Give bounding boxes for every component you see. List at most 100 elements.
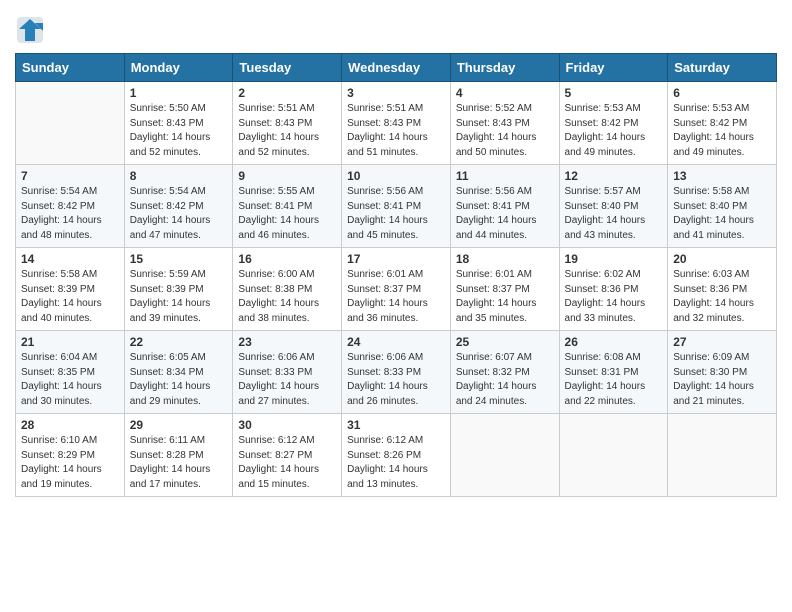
day-info: Sunrise: 5:56 AM Sunset: 8:41 PM Dayligh… <box>456 185 554 243</box>
day-info: Sunrise: 6:09 AM Sunset: 8:30 PM Dayligh… <box>673 351 771 409</box>
day-number: 12 <box>565 169 663 183</box>
header-cell-wednesday: Wednesday <box>342 54 451 82</box>
calendar-cell: 27 Sunrise: 6:09 AM Sunset: 8:30 PM Dayli… <box>668 331 777 414</box>
day-number: 13 <box>673 169 771 183</box>
calendar-week-3: 21Sunrise: 6:04 AM Sunset: 8:35 PM Dayli… <box>16 331 777 414</box>
day-number: 26 <box>565 335 663 349</box>
day-number: 11 <box>456 169 554 183</box>
day-number: 3 <box>347 86 445 100</box>
day-number: 2 <box>238 86 336 100</box>
calendar-cell: 11 Sunrise: 5:56 AM Sunset: 8:41 PM Dayli… <box>450 165 559 248</box>
day-info: Sunrise: 6:06 AM Sunset: 8:33 PM Dayligh… <box>238 351 336 409</box>
day-info: Sunrise: 5:57 AM Sunset: 8:40 PM Dayligh… <box>565 185 663 243</box>
day-number: 24 <box>347 335 445 349</box>
calendar-cell: 13 Sunrise: 5:58 AM Sunset: 8:40 PM Dayli… <box>668 165 777 248</box>
day-number: 4 <box>456 86 554 100</box>
calendar-week-1: 7 Sunrise: 5:54 AM Sunset: 8:42 PM Daylig… <box>16 165 777 248</box>
day-number: 7 <box>21 169 119 183</box>
day-number: 28 <box>21 418 119 432</box>
day-number: 10 <box>347 169 445 183</box>
day-info: Sunrise: 5:56 AM Sunset: 8:41 PM Dayligh… <box>347 185 445 243</box>
day-number: 5 <box>565 86 663 100</box>
day-info: Sunrise: 5:51 AM Sunset: 8:43 PM Dayligh… <box>238 102 336 160</box>
calendar-cell: 20 Sunrise: 6:03 AM Sunset: 8:36 PM Dayli… <box>668 248 777 331</box>
header-row: SundayMondayTuesdayWednesdayThursdayFrid… <box>16 54 777 82</box>
calendar-cell: 8Sunrise: 5:54 AM Sunset: 8:42 PM Daylig… <box>124 165 233 248</box>
calendar-cell: 23Sunrise: 6:06 AM Sunset: 8:33 PM Dayli… <box>233 331 342 414</box>
calendar-week-2: 14 Sunrise: 5:58 AM Sunset: 8:39 PM Dayli… <box>16 248 777 331</box>
calendar-cell: 4 Sunrise: 5:52 AM Sunset: 8:43 PM Daylig… <box>450 82 559 165</box>
calendar-cell: 24 Sunrise: 6:06 AM Sunset: 8:33 PM Dayli… <box>342 331 451 414</box>
day-number: 1 <box>130 86 228 100</box>
calendar-cell <box>450 414 559 497</box>
day-number: 22 <box>130 335 228 349</box>
day-info: Sunrise: 6:01 AM Sunset: 8:37 PM Dayligh… <box>456 268 554 326</box>
day-info: Sunrise: 6:11 AM Sunset: 8:28 PM Dayligh… <box>130 434 228 492</box>
day-number: 25 <box>456 335 554 349</box>
logo-icon <box>15 15 45 45</box>
day-info: Sunrise: 5:55 AM Sunset: 8:41 PM Dayligh… <box>238 185 336 243</box>
day-info: Sunrise: 6:00 AM Sunset: 8:38 PM Dayligh… <box>238 268 336 326</box>
calendar-cell: 14 Sunrise: 5:58 AM Sunset: 8:39 PM Dayli… <box>16 248 125 331</box>
day-info: Sunrise: 6:12 AM Sunset: 8:27 PM Dayligh… <box>238 434 336 492</box>
header-cell-friday: Friday <box>559 54 668 82</box>
calendar-cell: 25Sunrise: 6:07 AM Sunset: 8:32 PM Dayli… <box>450 331 559 414</box>
calendar-week-0: 1Sunrise: 5:50 AM Sunset: 8:43 PM Daylig… <box>16 82 777 165</box>
day-info: Sunrise: 6:05 AM Sunset: 8:34 PM Dayligh… <box>130 351 228 409</box>
day-number: 21 <box>21 335 119 349</box>
calendar-cell <box>559 414 668 497</box>
day-info: Sunrise: 5:51 AM Sunset: 8:43 PM Dayligh… <box>347 102 445 160</box>
calendar-cell: 3 Sunrise: 5:51 AM Sunset: 8:43 PM Daylig… <box>342 82 451 165</box>
header-cell-tuesday: Tuesday <box>233 54 342 82</box>
calendar-table: SundayMondayTuesdayWednesdayThursdayFrid… <box>15 53 777 497</box>
day-number: 6 <box>673 86 771 100</box>
day-info: Sunrise: 5:53 AM Sunset: 8:42 PM Dayligh… <box>673 102 771 160</box>
day-info: Sunrise: 6:12 AM Sunset: 8:26 PM Dayligh… <box>347 434 445 492</box>
day-number: 31 <box>347 418 445 432</box>
day-number: 30 <box>238 418 336 432</box>
calendar-cell: 5 Sunrise: 5:53 AM Sunset: 8:42 PM Daylig… <box>559 82 668 165</box>
calendar-header: SundayMondayTuesdayWednesdayThursdayFrid… <box>16 54 777 82</box>
header-cell-saturday: Saturday <box>668 54 777 82</box>
day-info: Sunrise: 6:06 AM Sunset: 8:33 PM Dayligh… <box>347 351 445 409</box>
day-info: Sunrise: 6:01 AM Sunset: 8:37 PM Dayligh… <box>347 268 445 326</box>
day-info: Sunrise: 5:58 AM Sunset: 8:40 PM Dayligh… <box>673 185 771 243</box>
day-info: Sunrise: 5:59 AM Sunset: 8:39 PM Dayligh… <box>130 268 228 326</box>
calendar-cell: 18Sunrise: 6:01 AM Sunset: 8:37 PM Dayli… <box>450 248 559 331</box>
calendar-cell: 1Sunrise: 5:50 AM Sunset: 8:43 PM Daylig… <box>124 82 233 165</box>
calendar-week-4: 28 Sunrise: 6:10 AM Sunset: 8:29 PM Dayli… <box>16 414 777 497</box>
calendar-cell: 10 Sunrise: 5:56 AM Sunset: 8:41 PM Dayli… <box>342 165 451 248</box>
day-number: 9 <box>238 169 336 183</box>
calendar-cell: 16 Sunrise: 6:00 AM Sunset: 8:38 PM Dayli… <box>233 248 342 331</box>
day-info: Sunrise: 5:53 AM Sunset: 8:42 PM Dayligh… <box>565 102 663 160</box>
day-number: 20 <box>673 252 771 266</box>
calendar-cell: 22 Sunrise: 6:05 AM Sunset: 8:34 PM Dayli… <box>124 331 233 414</box>
calendar-cell: 19 Sunrise: 6:02 AM Sunset: 8:36 PM Dayli… <box>559 248 668 331</box>
calendar-cell: 2 Sunrise: 5:51 AM Sunset: 8:43 PM Daylig… <box>233 82 342 165</box>
day-number: 19 <box>565 252 663 266</box>
day-number: 14 <box>21 252 119 266</box>
calendar-cell <box>668 414 777 497</box>
calendar-cell: 21Sunrise: 6:04 AM Sunset: 8:35 PM Dayli… <box>16 331 125 414</box>
day-number: 27 <box>673 335 771 349</box>
header-cell-sunday: Sunday <box>16 54 125 82</box>
day-info: Sunrise: 5:54 AM Sunset: 8:42 PM Dayligh… <box>21 185 119 243</box>
calendar-cell: 28 Sunrise: 6:10 AM Sunset: 8:29 PM Dayli… <box>16 414 125 497</box>
calendar-cell: 9 Sunrise: 5:55 AM Sunset: 8:41 PM Daylig… <box>233 165 342 248</box>
calendar-cell: 29Sunrise: 6:11 AM Sunset: 8:28 PM Dayli… <box>124 414 233 497</box>
calendar-cell: 30 Sunrise: 6:12 AM Sunset: 8:27 PM Dayli… <box>233 414 342 497</box>
calendar-cell: 31 Sunrise: 6:12 AM Sunset: 8:26 PM Dayli… <box>342 414 451 497</box>
day-info: Sunrise: 6:03 AM Sunset: 8:36 PM Dayligh… <box>673 268 771 326</box>
header-cell-monday: Monday <box>124 54 233 82</box>
calendar-cell: 7 Sunrise: 5:54 AM Sunset: 8:42 PM Daylig… <box>16 165 125 248</box>
day-info: Sunrise: 5:58 AM Sunset: 8:39 PM Dayligh… <box>21 268 119 326</box>
page-header <box>15 10 777 45</box>
day-info: Sunrise: 5:52 AM Sunset: 8:43 PM Dayligh… <box>456 102 554 160</box>
calendar-cell: 6 Sunrise: 5:53 AM Sunset: 8:42 PM Daylig… <box>668 82 777 165</box>
calendar-cell <box>16 82 125 165</box>
day-number: 16 <box>238 252 336 266</box>
day-info: Sunrise: 6:10 AM Sunset: 8:29 PM Dayligh… <box>21 434 119 492</box>
day-info: Sunrise: 6:02 AM Sunset: 8:36 PM Dayligh… <box>565 268 663 326</box>
calendar-body: 1Sunrise: 5:50 AM Sunset: 8:43 PM Daylig… <box>16 82 777 497</box>
logo <box>15 15 49 45</box>
